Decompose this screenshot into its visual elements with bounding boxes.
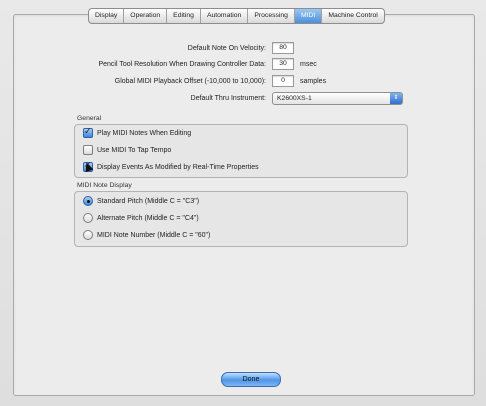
tab-machine-control[interactable]: Machine Control <box>321 9 384 23</box>
preferences-window: Display Operation Editing Automation Pro… <box>0 0 486 406</box>
tab-bar: Display Operation Editing Automation Pro… <box>88 8 385 24</box>
tab-display[interactable]: Display <box>89 9 123 23</box>
velocity-row: Default Note On Velocity: 80 <box>40 42 294 54</box>
playback-offset-row: Global MIDI Playback Offset (-10,000 to … <box>40 75 326 87</box>
standard-pitch-radio[interactable] <box>83 196 93 206</box>
pencil-resolution-label: Pencil Tool Resolution When Drawing Cont… <box>98 60 266 68</box>
popup-arrows-icon: ⇕ <box>390 93 402 104</box>
display-events-label: Display Events As Modified by Real-Time … <box>97 163 259 171</box>
tap-tempo-option[interactable]: Use MIDI To Tap Tempo <box>83 145 171 155</box>
note-number-label: MIDI Note Number (Middle C = "60") <box>97 231 211 239</box>
tab-editing[interactable]: Editing <box>166 9 200 23</box>
alternate-pitch-option[interactable]: Alternate Pitch (Middle C = "C4") <box>83 213 199 223</box>
done-button[interactable]: Done <box>221 372 281 387</box>
playback-offset-field[interactable]: 0 <box>272 75 294 87</box>
thru-instrument-popup[interactable]: K2600XS-1 ⇕ <box>272 92 403 105</box>
play-midi-notes-checkbox[interactable] <box>83 126 93 138</box>
thru-instrument-row: Default Thru Instrument: K2600XS-1 ⇕ <box>40 92 403 105</box>
tab-automation[interactable]: Automation <box>199 9 247 23</box>
play-midi-notes-label: Play MIDI Notes When Editing <box>97 129 192 137</box>
pencil-resolution-unit: msec <box>300 60 317 68</box>
tap-tempo-checkbox[interactable] <box>83 145 93 155</box>
pencil-resolution-row: Pencil Tool Resolution When Drawing Cont… <box>40 58 317 70</box>
tab-midi[interactable]: MIDI <box>293 9 322 23</box>
standard-pitch-label: Standard Pitch (Middle C = "C3") <box>97 197 200 205</box>
alternate-pitch-radio[interactable] <box>83 213 93 223</box>
playback-offset-unit: samples <box>300 77 327 85</box>
general-group-title: General <box>77 115 102 122</box>
note-number-option[interactable]: MIDI Note Number (Middle C = "60") <box>83 230 210 240</box>
thru-instrument-value: K2600XS-1 <box>277 95 312 102</box>
playback-offset-label: Global MIDI Playback Offset (-10,000 to … <box>114 77 266 85</box>
tab-processing[interactable]: Processing <box>247 9 294 23</box>
note-number-radio[interactable] <box>83 230 93 240</box>
standard-pitch-option[interactable]: Standard Pitch (Middle C = "C3") <box>83 196 199 206</box>
pencil-resolution-field[interactable]: 30 <box>272 58 294 70</box>
alternate-pitch-label: Alternate Pitch (Middle C = "C4") <box>97 214 199 222</box>
display-events-option[interactable]: Display Events As Modified by Real-Time … <box>83 160 259 172</box>
velocity-field[interactable]: 80 <box>272 42 294 54</box>
thru-instrument-label: Default Thru Instrument: <box>190 95 266 102</box>
tab-operation[interactable]: Operation <box>123 9 166 23</box>
tap-tempo-label: Use MIDI To Tap Tempo <box>97 146 172 154</box>
velocity-label: Default Note On Velocity: <box>187 44 266 52</box>
play-midi-notes-option[interactable]: Play MIDI Notes When Editing <box>83 126 192 138</box>
note-display-group-title: MIDI Note Display <box>77 182 132 189</box>
